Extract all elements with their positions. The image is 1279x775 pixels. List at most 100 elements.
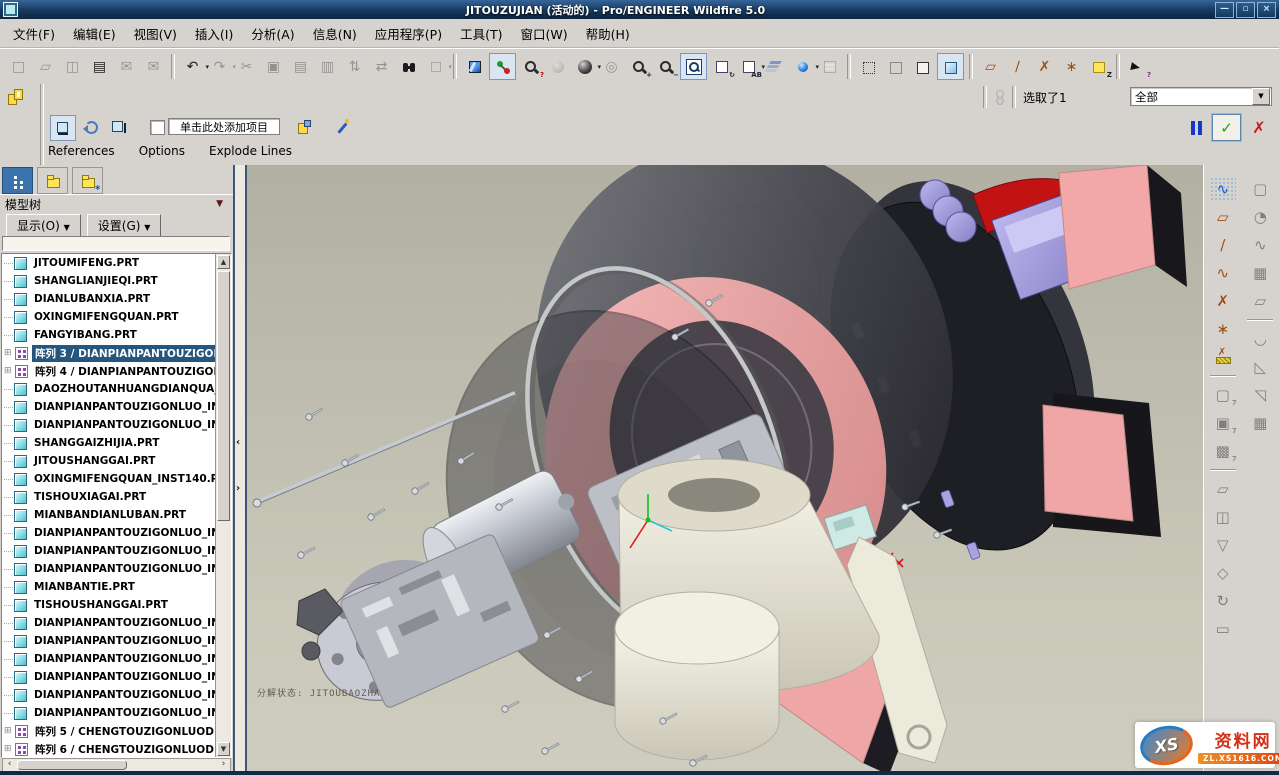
tree-item-label[interactable]: DIANPIANPANTOUZIGONLUO_INST1.P <box>31 688 232 702</box>
tree-item[interactable]: DAOZHOUTANHUANGDIANQUA_INSTG <box>2 380 231 398</box>
tree-item-label[interactable]: DIANPIANPANTOUZIGONLUO_INST1.P <box>31 418 232 432</box>
hidden-line-icon[interactable] <box>883 54 908 79</box>
saved-views-icon[interactable]: AB▾ <box>736 54 761 79</box>
tree-item-label[interactable]: 阵列 3 / DIANPIANPANTOUZIGONLUO <box>32 345 232 362</box>
menu-analysis[interactable]: 分析(A) <box>242 20 303 47</box>
close-button[interactable]: × <box>1257 2 1276 18</box>
tree-item[interactable]: DIANPIANPANTOUZIGONLUO_INST1.P <box>2 632 231 650</box>
tree-item-label[interactable]: MIANBANTIE.PRT <box>31 580 138 594</box>
menu-edit[interactable]: 编辑(E) <box>64 20 125 47</box>
zoom-out-icon[interactable]: − <box>653 54 678 79</box>
part-bracket-top[interactable] <box>1059 165 1187 289</box>
point-symbols-toggle-icon[interactable]: ✗ <box>1032 54 1057 79</box>
scroll-right-icon[interactable]: › <box>217 759 230 771</box>
tree-item[interactable]: DIANPIANPANTOUZIGONLUO_INST1.P <box>2 560 231 578</box>
scroll-down-icon[interactable]: ▼ <box>217 742 230 756</box>
tree-item[interactable]: MIANBANTIE.PRT <box>2 578 231 596</box>
tree-item-label[interactable]: DIANPIANPANTOUZIGONLUO_INST1.P <box>31 652 232 666</box>
tree-item-label[interactable]: JITOUMIFENG.PRT <box>31 256 142 270</box>
explode-viewplane-button[interactable] <box>106 115 130 139</box>
tree-item[interactable]: DIANLUBANXIA.PRT <box>2 290 231 308</box>
tab-folder-browser[interactable] <box>37 167 68 194</box>
tree-expander-icon[interactable]: ⊞ <box>4 366 15 376</box>
explode-rotate-button[interactable] <box>79 115 103 139</box>
tree-item[interactable]: ⊞ 阵列 4 / DIANPIANPANTOUZIGONLUO <box>2 362 231 380</box>
minimize-button[interactable]: — <box>1215 2 1234 18</box>
tree-item[interactable]: DIANPIANPANTOUZIGONLUO_INST1.P <box>2 524 231 542</box>
tree-item[interactable]: TISHOUSHANGGAI.PRT <box>2 596 231 614</box>
explode-position-icon[interactable] <box>292 115 316 139</box>
menu-tools[interactable]: 工具(T) <box>451 20 511 47</box>
tree-item[interactable]: FANGYIBANG.PRT <box>2 326 231 344</box>
tree-item-label[interactable]: JITOUSHANGGAI.PRT <box>31 454 158 468</box>
tree-item-label[interactable]: DIANPIANPANTOUZIGONLUO_INST1.P <box>31 526 232 540</box>
reorient-icon[interactable]: ↻ <box>709 54 734 79</box>
scrollbar-thumb[interactable] <box>217 271 230 521</box>
scrollbar-thumb[interactable] <box>17 760 127 770</box>
tree-item-label[interactable]: TISHOUSHANGGAI.PRT <box>31 598 171 612</box>
undo-icon[interactable]: ↶▾ <box>180 54 205 79</box>
tree-item-label[interactable]: DIANLUBANXIA.PRT <box>31 292 153 306</box>
point-field-tool-icon[interactable] <box>1210 345 1236 369</box>
tree-item[interactable]: DIANPIANPANTOUZIGONLUO_INST1.P <box>2 668 231 686</box>
datum-planes-toggle-icon[interactable]: ▱ <box>978 54 1003 79</box>
menu-window[interactable]: 窗口(W) <box>511 20 576 47</box>
tree-item-label[interactable]: OXINGMIFENGQUAN_INST140.PRT <box>31 472 232 486</box>
explode-checkbox[interactable] <box>150 120 165 135</box>
tree-item-label[interactable]: DIANPIANPANTOUZIGONLUO_INST1.P <box>31 544 232 558</box>
tab-options[interactable]: Options <box>139 144 185 158</box>
model-tree-menu-arrow[interactable]: ▼ <box>216 199 223 209</box>
selection-filter-combobox[interactable]: 全部 ▼ <box>1130 87 1272 106</box>
print-icon[interactable]: ▤ <box>87 54 112 79</box>
tree-item-label[interactable]: FANGYIBANG.PRT <box>31 328 140 342</box>
wireframe-icon[interactable] <box>856 54 881 79</box>
cancel-button[interactable]: ✗ <box>1247 116 1271 140</box>
datum-axis-tool-icon[interactable]: ∕ <box>1210 233 1236 257</box>
collapse-panel-icon[interactable]: ‹ <box>236 437 240 448</box>
settings-button[interactable]: 设置(G) ▼ <box>87 214 162 237</box>
tree-item[interactable]: OXINGMIFENGQUAN.PRT <box>2 308 231 326</box>
no-hidden-icon[interactable] <box>910 54 935 79</box>
tree-item-label[interactable]: DIANPIANPANTOUZIGONLUO_INST1.P <box>31 670 232 684</box>
tree-item[interactable]: DIANPIANPANTOUZIGONLUO_INST1.P <box>2 398 231 416</box>
annotations-toggle-icon[interactable]: Z <box>1086 54 1111 79</box>
chevron-down-icon[interactable]: ▼ <box>1252 88 1270 105</box>
datum-plane-tool-icon[interactable]: ▱ <box>1210 205 1236 229</box>
tree-item-label[interactable]: TISHOUXIAGAI.PRT <box>31 490 149 504</box>
tree-item-label[interactable]: 阵列 4 / DIANPIANPANTOUZIGONLUO <box>32 363 232 380</box>
expand-panel-icon[interactable]: › <box>236 483 240 494</box>
tree-item-label[interactable]: DIANPIANPANTOUZIGONLUO_INST1.P <box>31 400 232 414</box>
csys-tool-icon[interactable]: ∗ <box>1210 317 1236 341</box>
tree-item-label[interactable]: SHANGLIANJIEQI.PRT <box>31 274 161 288</box>
tree-item[interactable]: DIANPIANPANTOUZIGONLUO_INST1.P <box>2 542 231 560</box>
csys-toggle-icon[interactable]: ∗ <box>1059 54 1084 79</box>
smart-selection-icon[interactable] <box>7 88 23 104</box>
datum-curve-tool-icon[interactable]: ∿ <box>1210 261 1236 285</box>
find-icon[interactable] <box>396 54 421 79</box>
explode-translate-button[interactable] <box>50 115 76 141</box>
tree-item-label[interactable]: 阵列 5 / CHENGTOUZIGONLUODING. <box>32 723 232 740</box>
tree-item-label[interactable]: DIANPIANPANTOUZIGONLUO_INST1.P <box>31 562 232 576</box>
zoom-review-icon[interactable]: ? <box>518 54 543 79</box>
scroll-up-icon[interactable]: ▲ <box>217 255 230 269</box>
shading-nodes-icon[interactable] <box>489 53 516 80</box>
tree-item[interactable]: DIANPIANPANTOUZIGONLUO_INST1.P <box>2 614 231 632</box>
menu-info[interactable]: 信息(N) <box>304 20 366 47</box>
menu-insert[interactable]: 插入(I) <box>186 20 242 47</box>
tree-item[interactable]: SHANGLIANJIEQI.PRT <box>2 272 231 290</box>
tree-item-label[interactable]: DIANPIANPANTOUZIGONLUO_INST1.P <box>31 616 232 630</box>
tree-item[interactable]: DIANPIANPANTOUZIGONLUO_INST1.P <box>2 650 231 668</box>
tree-item-label[interactable]: MIANBANDIANLUBAN.PRT <box>31 508 189 522</box>
tab-favorites[interactable]: ∗ <box>72 167 103 194</box>
part-cup-housing[interactable] <box>615 592 779 760</box>
context-help-icon[interactable]: ? <box>1125 54 1150 79</box>
tree-item[interactable]: DIANPIANPANTOUZIGONLUO_INST1.P <box>2 686 231 704</box>
tree-item[interactable]: ⊞阵列 3 / DIANPIANPANTOUZIGONLUO <box>2 344 231 362</box>
tree-item-label[interactable]: 阵列 6 / CHENGTOUZIGONLUODING. <box>32 741 232 758</box>
reference-collector-field[interactable]: 单击此处添加项目 <box>168 118 280 135</box>
part-bracket-right[interactable] <box>1043 393 1161 537</box>
tree-item[interactable]: MIANBANDIANLUBAN.PRT <box>2 506 231 524</box>
tree-item-label[interactable]: SHANGGAIZHIJIA.PRT <box>31 436 162 450</box>
datum-axes-toggle-icon[interactable]: ∕ <box>1005 54 1030 79</box>
tree-item[interactable]: TISHOUXIAGAI.PRT <box>2 488 231 506</box>
